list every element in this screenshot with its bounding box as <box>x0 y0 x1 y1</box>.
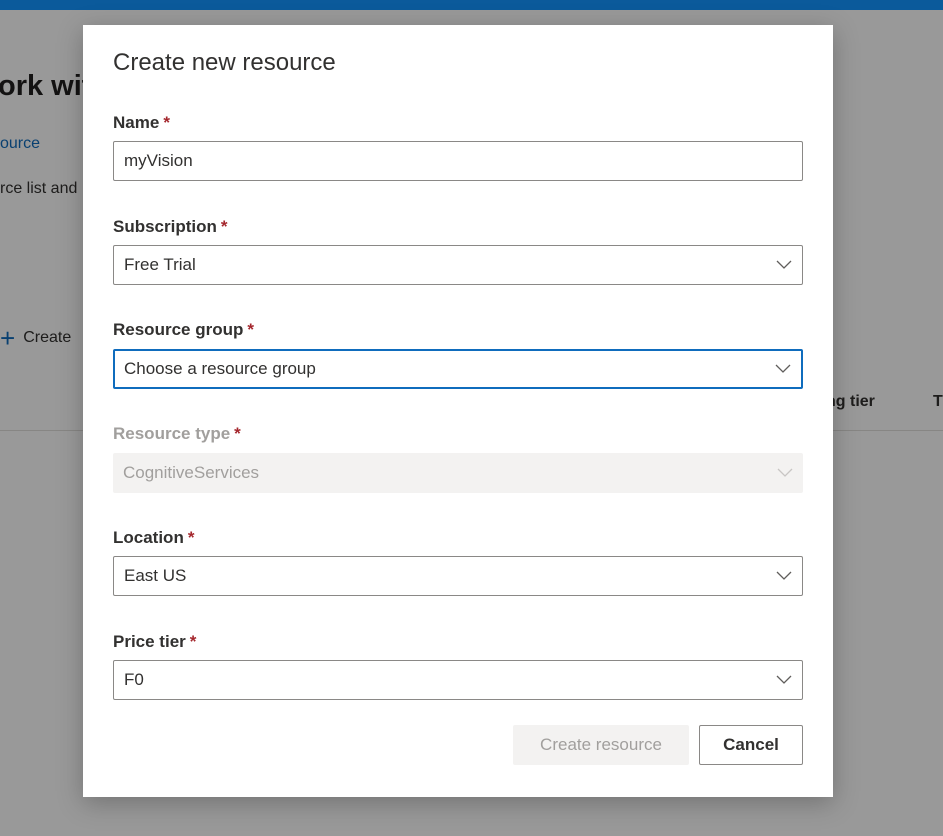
subscription-dropdown[interactable]: Free Trial <box>113 245 803 285</box>
required-marker: * <box>234 424 241 443</box>
required-marker: * <box>220 217 228 236</box>
location-dropdown[interactable]: East US <box>113 556 803 596</box>
resource-type-value: CognitiveServices <box>123 463 260 482</box>
location-label: Location * <box>113 528 194 548</box>
location-value: East US <box>124 566 187 585</box>
required-marker: * <box>247 320 254 339</box>
resource-type-label-text: Resource type <box>113 424 231 443</box>
resource-type-dropdown: CognitiveServices <box>113 453 803 493</box>
resource-group-placeholder: Choose a resource group <box>124 359 316 378</box>
chevron-down-icon <box>766 557 802 595</box>
location-label-text: Location <box>113 528 184 547</box>
resource-group-label-text: Resource group <box>113 320 244 339</box>
required-marker: * <box>189 632 197 651</box>
name-input[interactable]: myVision <box>113 141 803 181</box>
resource-type-label: Resource type * <box>113 424 241 444</box>
resource-group-label: Resource group * <box>113 320 254 340</box>
required-marker: * <box>163 113 170 132</box>
create-resource-button[interactable]: Create resource <box>513 725 689 765</box>
subscription-label-text: Subscription <box>113 217 217 236</box>
price-tier-value: F0 <box>124 670 144 689</box>
name-label-text: Name <box>113 113 160 132</box>
cancel-button[interactable]: Cancel <box>699 725 803 765</box>
required-marker: * <box>187 528 195 547</box>
price-tier-label: Price tier * <box>113 632 196 652</box>
price-tier-label-text: Price tier <box>113 632 186 651</box>
chevron-down-icon <box>767 453 803 493</box>
dialog-title: Create new resource <box>113 49 336 76</box>
price-tier-dropdown[interactable]: F0 <box>113 660 803 700</box>
create-resource-dialog: Create new resource Name * myVision Subsc… <box>83 25 833 797</box>
app-top-bar <box>0 0 943 10</box>
chevron-down-icon <box>765 351 801 387</box>
name-input-value: myVision <box>124 151 193 170</box>
name-label: Name * <box>113 113 170 133</box>
resource-group-dropdown[interactable]: Choose a resource group <box>113 349 803 389</box>
chevron-down-icon <box>766 246 802 284</box>
subscription-label: Subscription * <box>113 217 228 237</box>
subscription-value: Free Trial <box>124 255 196 274</box>
chevron-down-icon <box>766 661 802 699</box>
